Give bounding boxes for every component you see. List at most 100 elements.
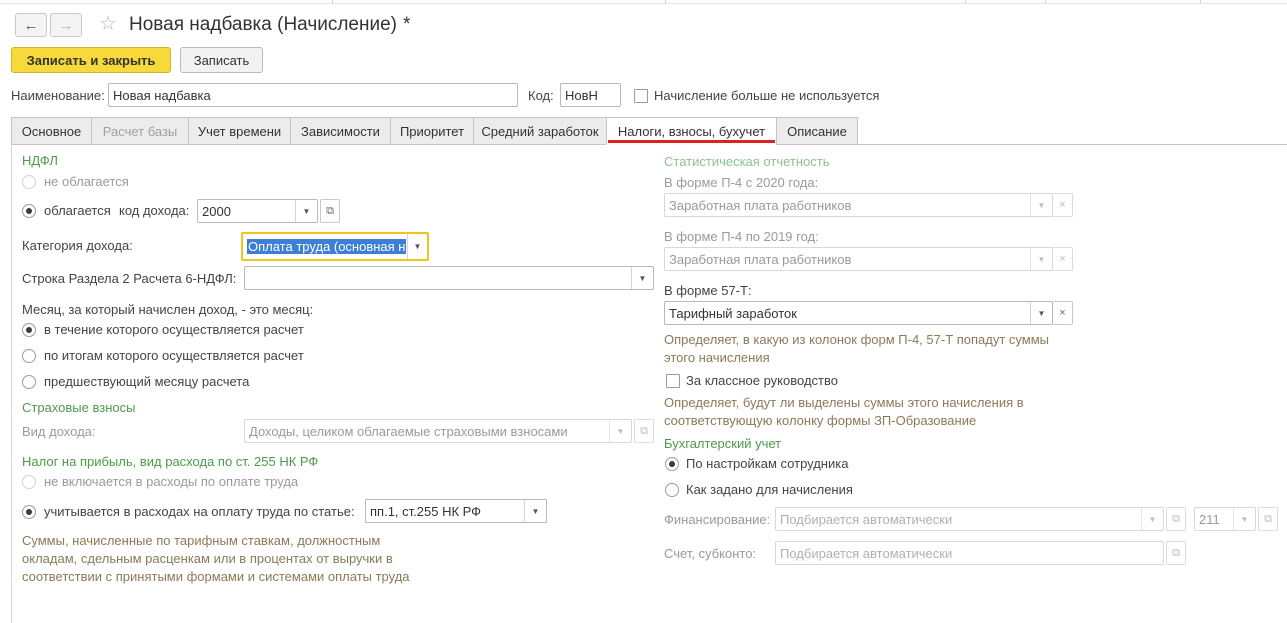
account-subconto-label: Счет, субконто: — [664, 546, 757, 561]
open-form-icon: ⧉ — [1264, 512, 1272, 525]
modified-marker: * — [403, 14, 411, 35]
open-account-button[interactable]: ⧉ — [1258, 507, 1278, 531]
tab-main[interactable]: Основное — [11, 117, 91, 145]
insurance-income-type-label: Вид дохода: — [22, 424, 96, 439]
account-subconto-select[interactable]: Подбирается автоматически — [775, 541, 1164, 565]
save-and-close-button[interactable]: Записать и закрыть — [11, 47, 171, 73]
insurance-section-title: Страховые взносы — [22, 400, 136, 415]
chevron-down-icon[interactable]: ▼ — [295, 200, 317, 222]
open-income-type-button[interactable]: ⧉ — [634, 419, 654, 443]
chevron-down-icon[interactable]: ▼ — [407, 234, 427, 259]
open-income-code-button[interactable]: ⧉ — [320, 199, 340, 223]
account-number-select[interactable]: 211 ▼ — [1194, 507, 1256, 531]
profit-included-label: учитывается в расходах на оплату труда п… — [44, 504, 355, 519]
profit-not-included-label: не включается в расходы по оплате труда — [44, 474, 299, 489]
chevron-down-icon[interactable]: ▼ — [1233, 508, 1255, 530]
favorite-star-icon[interactable]: ☆ — [99, 14, 117, 34]
article-value: пп.1, ст.255 НК РФ — [370, 503, 482, 519]
article-select[interactable]: пп.1, ст.255 НК РФ ▼ — [365, 499, 547, 523]
profit-tax-section-title: Налог на прибыль, вид расхода по ст. 255… — [22, 454, 319, 469]
chevron-down-icon[interactable]: ▼ — [524, 500, 546, 522]
code-input[interactable]: НовН — [560, 83, 621, 107]
chevron-down-icon[interactable]: ▼ — [1030, 248, 1052, 270]
month-current-radio[interactable] — [22, 323, 36, 337]
month-previous-radio[interactable] — [22, 375, 36, 389]
open-financing-button[interactable]: ⧉ — [1166, 507, 1186, 531]
month-results-radio[interactable] — [22, 349, 36, 363]
chevron-down-icon[interactable]: ▼ — [631, 267, 653, 289]
chevron-down-icon[interactable]: ▼ — [1030, 302, 1052, 324]
accounting-section-title: Бухгалтерский учет — [664, 436, 782, 451]
chevron-down-icon[interactable]: ▼ — [1141, 508, 1163, 530]
open-form-icon: ⧉ — [326, 204, 334, 217]
name-value: Новая надбавка — [113, 87, 211, 103]
open-account-subconto-button[interactable]: ⧉ — [1166, 541, 1186, 565]
name-label: Наименование: — [11, 88, 105, 103]
p4-2019-clear-button[interactable]: × — [1053, 247, 1073, 271]
chevron-down-icon[interactable]: ▼ — [609, 420, 631, 442]
top-strip — [0, 0, 1287, 4]
tab-taxes-label: Налоги, взносы, бухучет — [617, 123, 766, 139]
arrow-left-icon: ← — [23, 16, 39, 34]
income-code-label: код дохода: — [119, 203, 190, 218]
ndfl-taxed-radio[interactable] — [22, 204, 36, 218]
back-button[interactable]: ← — [15, 13, 47, 37]
tab-description[interactable]: Описание — [776, 117, 858, 145]
income-code-select[interactable]: 2000 ▼ — [197, 199, 318, 223]
f57t-select[interactable]: Тарифный заработок ▼ — [664, 301, 1053, 325]
p4-2019-select[interactable]: Заработная плата работников ▼ — [664, 247, 1053, 271]
tab-baseline-right — [776, 144, 1287, 145]
active-tab-underline — [608, 140, 775, 143]
tab-time-accounting[interactable]: Учет времени — [188, 117, 290, 145]
clear-icon: × — [1059, 253, 1066, 265]
forms-note: Определяет, в какую из колонок форм П-4,… — [664, 332, 1050, 365]
window-title: Новая надбавка (Начисление) * — [129, 13, 410, 37]
open-form-icon: ⧉ — [1172, 546, 1180, 559]
income-category-select[interactable]: Оплата труда (основная н ▼ — [241, 232, 429, 261]
tab-bar: Основное Расчет базы Учет времени Зависи… — [11, 117, 858, 145]
accounting-by-employee-radio[interactable] — [665, 457, 679, 471]
code-label: Код: — [528, 88, 554, 103]
statistics-section-title: Статистическая отчетность — [664, 154, 830, 169]
unused-label: Начисление больше не используется — [654, 88, 880, 103]
tab-dependencies[interactable]: Зависимости — [290, 117, 390, 145]
row-6ndfl-label: Строка Раздела 2 Расчета 6-НДФЛ: — [22, 271, 237, 286]
f57t-clear-button[interactable]: × — [1053, 301, 1073, 325]
tab-baseline-left — [11, 144, 606, 145]
tab-base-calc[interactable]: Расчет базы — [91, 117, 188, 145]
open-form-icon: ⧉ — [1172, 512, 1180, 525]
arrow-right-icon: → — [58, 16, 74, 34]
p4-2020-clear-button[interactable]: × — [1053, 193, 1073, 217]
tab-priority[interactable]: Приоритет — [390, 117, 473, 145]
insurance-income-type-select[interactable]: Доходы, целиком облагаемые страховыми вз… — [244, 419, 632, 443]
financing-select[interactable]: Подбирается автоматически ▼ — [775, 507, 1164, 531]
forward-button[interactable]: → — [50, 13, 82, 37]
ndfl-taxed-label: облагается — [44, 203, 111, 218]
chevron-down-icon[interactable]: ▼ — [1030, 194, 1052, 216]
p4-2019-value: Заработная плата работников — [669, 251, 852, 267]
tab-taxes[interactable]: Налоги, взносы, бухучет — [606, 117, 776, 145]
ndfl-not-taxed-label: не облагается — [44, 174, 129, 189]
income-category-label: Категория дохода: — [22, 238, 133, 253]
income-code-value: 2000 — [202, 203, 231, 219]
profit-included-radio[interactable] — [22, 505, 36, 519]
accounting-as-set-radio[interactable] — [665, 483, 679, 497]
unused-checkbox[interactable] — [634, 89, 648, 103]
p4-2020-label: В форме П-4 с 2020 года: — [664, 175, 819, 190]
tab-average-earnings[interactable]: Средний заработок — [473, 117, 606, 145]
code-value: НовН — [565, 87, 598, 103]
p4-2020-select[interactable]: Заработная плата работников ▼ — [664, 193, 1053, 217]
profit-not-included-radio[interactable] — [22, 475, 36, 489]
name-input[interactable]: Новая надбавка — [108, 83, 518, 107]
month-question: Месяц, за который начислен доход, - это … — [22, 302, 314, 317]
save-button[interactable]: Записать — [180, 47, 263, 73]
class-guidance-label: За классное руководство — [686, 373, 838, 388]
class-guidance-checkbox[interactable] — [666, 374, 680, 388]
row-6ndfl-select[interactable]: ▼ — [244, 266, 654, 290]
ndfl-not-taxed-radio[interactable] — [22, 175, 36, 189]
class-guidance-note: Определяет, будут ли выделены суммы этог… — [664, 395, 1024, 428]
month-current-label: в течение которого осуществляется расчет — [44, 322, 304, 337]
f57t-label: В форме 57-Т: — [664, 283, 752, 298]
p4-2020-value: Заработная плата работников — [669, 197, 852, 213]
income-category-value: Оплата труда (основная н — [247, 239, 407, 254]
